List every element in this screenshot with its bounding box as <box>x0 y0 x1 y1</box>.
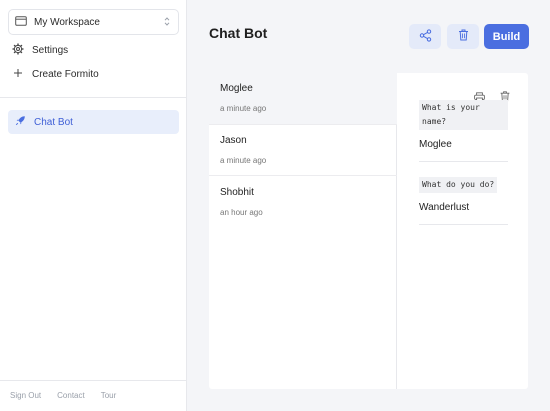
trash-icon <box>458 29 469 44</box>
list-item[interactable]: Jason a minute ago <box>209 125 397 176</box>
share-button[interactable] <box>409 24 441 49</box>
responses-panel: Moglee a minute ago Jason a minute ago S… <box>209 73 528 389</box>
respondent-name: Shobhit <box>220 187 254 198</box>
sidebar: My Workspace Settings Create Formito Cha… <box>0 0 187 411</box>
sidebar-item-create-formito[interactable]: Create Formito <box>12 65 99 83</box>
chevron-updown-icon <box>164 17 170 27</box>
sidebar-item-label: Settings <box>32 44 69 56</box>
respondent-name: Jason <box>220 135 247 146</box>
list-item[interactable]: Shobhit an hour ago <box>209 177 397 228</box>
response-time: an hour ago <box>220 208 263 217</box>
answer-value: Wanderlust <box>419 202 508 225</box>
response-detail: What is your name? Moglee What do you do… <box>398 73 528 389</box>
page-title: Chat Bot <box>209 25 268 41</box>
response-time: a minute ago <box>220 104 267 113</box>
divider <box>209 124 397 125</box>
response-time: a minute ago <box>220 156 267 165</box>
build-button[interactable]: Build <box>484 24 529 49</box>
sidebar-item-settings[interactable]: Settings <box>12 41 68 59</box>
rocket-icon <box>15 115 26 129</box>
sidebar-item-label: Create Formito <box>32 68 99 80</box>
tour-link[interactable]: Tour <box>101 391 117 400</box>
list-item[interactable]: Moglee a minute ago <box>209 73 397 124</box>
respondent-name: Moglee <box>220 83 253 94</box>
question-label: What is your name? <box>419 100 508 130</box>
plus-icon <box>12 67 24 82</box>
response-list: Moglee a minute ago Jason a minute ago S… <box>209 73 397 389</box>
gear-icon <box>12 43 24 58</box>
workspace-label: My Workspace <box>34 16 100 28</box>
sidebar-footer: Sign Out Contact Tour <box>10 391 116 400</box>
divider <box>209 175 397 176</box>
share-icon <box>419 28 432 45</box>
sign-out-link[interactable]: Sign Out <box>10 391 41 400</box>
qa-item: What do you do? Wanderlust <box>419 177 508 225</box>
workspace-selector[interactable]: My Workspace <box>8 9 179 35</box>
sidebar-item-chat-bot[interactable]: Chat Bot <box>8 110 179 134</box>
delete-bot-button[interactable] <box>447 24 479 49</box>
divider <box>0 380 187 381</box>
answer-value: Moglee <box>419 139 508 162</box>
question-label: What do you do? <box>419 177 498 193</box>
qa-item: What is your name? Moglee <box>419 100 508 162</box>
divider <box>0 97 187 98</box>
sidebar-item-label: Chat Bot <box>34 116 73 128</box>
folder-icon <box>15 15 27 29</box>
contact-link[interactable]: Contact <box>57 391 85 400</box>
